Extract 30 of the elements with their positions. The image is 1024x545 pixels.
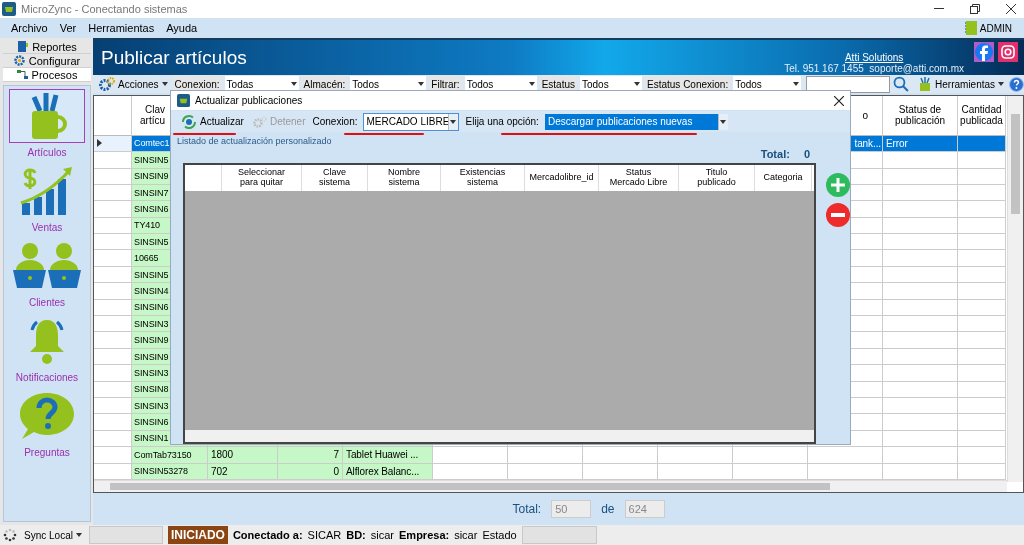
total-count-field: 624 xyxy=(624,500,665,518)
page-title: Publicar artículos xyxy=(101,46,247,69)
connection-label: Conexion: xyxy=(312,116,358,127)
total-value: 0 xyxy=(803,148,810,160)
company-label: Empresa: xyxy=(399,529,450,541)
state-label: Estado xyxy=(482,529,517,541)
option-label: Elija una opción: xyxy=(465,116,539,127)
sidebar-label: Notificaciones xyxy=(15,372,79,383)
state-badge: INICIADO xyxy=(167,526,228,544)
shown-count-field: 50 xyxy=(551,500,592,518)
table-cell: ComTab73150 xyxy=(132,447,208,464)
db-value: sicar xyxy=(370,529,395,541)
company-value: sicar xyxy=(454,529,478,541)
db-label: BD: xyxy=(346,529,366,541)
user-name: ADMIN xyxy=(979,22,1012,34)
sidebar-label: Clientes xyxy=(28,297,66,308)
of-label: de xyxy=(601,502,615,516)
total-label: Total: xyxy=(760,148,790,160)
sidebar-label: Preguntas xyxy=(24,447,70,458)
sidebar-label: Artículos xyxy=(27,147,67,158)
total-label: Total: xyxy=(512,502,542,516)
table-cell: 1800 xyxy=(208,447,278,464)
contact-info: Tel. 951 167 1455 soporte@atti.com.mx xyxy=(784,63,964,74)
table-cell: Tablet Huawei ... xyxy=(343,447,433,464)
dialog-title: Actualizar publicaciones xyxy=(195,95,303,106)
window-title: MicroZync - Conectando sistemas xyxy=(21,3,188,15)
connected-label: Conectado a: xyxy=(232,529,303,541)
sidebar-label: Ventas xyxy=(31,222,63,233)
connected-value: SICAR xyxy=(307,529,342,541)
table-cell: 7 xyxy=(278,447,343,464)
